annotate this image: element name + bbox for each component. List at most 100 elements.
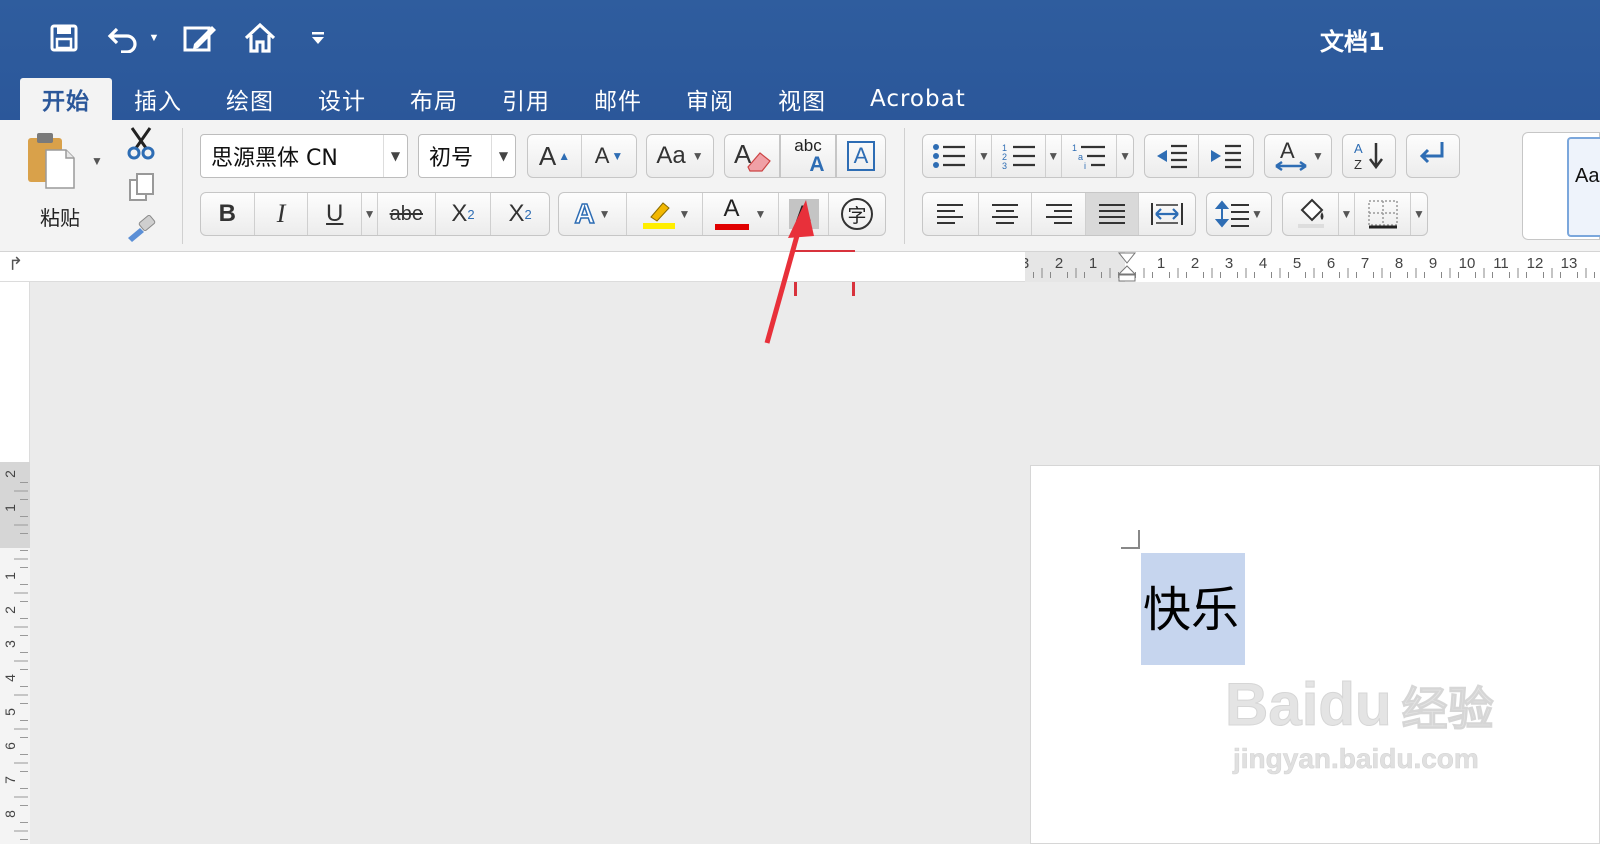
- edit-icon[interactable]: [180, 18, 220, 58]
- font-size-select[interactable]: 初号 ▼: [418, 134, 516, 178]
- sort-button[interactable]: AZ: [1342, 134, 1396, 178]
- paste-dropdown-icon[interactable]: ▼: [91, 154, 103, 168]
- selected-text[interactable]: 快乐: [1143, 570, 1239, 640]
- tab-home[interactable]: 开始: [20, 78, 112, 120]
- font-size-value: 初号: [429, 146, 474, 171]
- font-family-value: 思源黑体 CN: [211, 146, 338, 171]
- copy-icon[interactable]: [128, 172, 156, 207]
- ruler-ticks: 32112345678910111213: [1021, 252, 1600, 282]
- decrease-indent-button[interactable]: [1145, 135, 1200, 177]
- superscript-digit: 2: [524, 206, 532, 222]
- vertical-ruler-label: 7: [2, 776, 18, 784]
- paste-label[interactable]: 粘贴: [40, 202, 80, 231]
- italic-button[interactable]: I: [255, 193, 309, 235]
- undo-icon[interactable]: [104, 18, 144, 58]
- paragraph-shading-button[interactable]: [1283, 193, 1339, 235]
- svg-text:a: a: [1078, 152, 1083, 162]
- word-window: ▼ 文档1 开始 插入 绘图 设计 布局 引用 邮件 审阅 视图 Acrobat: [0, 0, 1600, 844]
- align-left-button[interactable]: [923, 193, 979, 235]
- svg-text:1: 1: [1072, 143, 1077, 153]
- annotation-arrow: [764, 200, 814, 344]
- vertical-ruler-label: 2: [2, 470, 18, 478]
- separator: [182, 128, 183, 244]
- text-direction-button[interactable]: A ▼: [1264, 134, 1332, 178]
- vertical-ruler[interactable]: 2 1 1 2 3 4 5 6 7 8: [0, 282, 30, 844]
- highlight-button[interactable]: ▼: [627, 193, 703, 235]
- align-center-button[interactable]: [979, 193, 1033, 235]
- styles-gallery[interactable]: Aa: [1522, 132, 1600, 240]
- tab-view[interactable]: 视图: [756, 78, 848, 120]
- increase-indent-button[interactable]: [1199, 135, 1253, 177]
- tab-draw[interactable]: 绘图: [204, 78, 296, 120]
- multilevel-list-icon: 1ai: [1072, 143, 1105, 171]
- style-normal[interactable]: Aa: [1567, 137, 1600, 237]
- horizontal-ruler[interactable]: 32112345678910111213: [1021, 252, 1600, 282]
- tab-references[interactable]: 引用: [480, 78, 572, 120]
- numbering-dropdown-icon[interactable]: ▼: [1046, 135, 1062, 177]
- bold-button[interactable]: B: [201, 193, 255, 235]
- text-direction-icon: A: [1275, 138, 1307, 172]
- save-icon[interactable]: [44, 18, 84, 58]
- ruler-label: 4: [1259, 255, 1267, 272]
- phonetic-guide-button[interactable]: abc A: [780, 134, 836, 178]
- cut-icon[interactable]: [126, 126, 156, 165]
- numbering-button[interactable]: 123: [992, 135, 1046, 177]
- style-preview-text: Aa: [1575, 165, 1600, 187]
- font-family-select[interactable]: 思源黑体 CN ▼: [200, 134, 408, 178]
- underline-button[interactable]: U: [308, 193, 363, 235]
- align-right-button[interactable]: [1032, 193, 1086, 235]
- document-page[interactable]: 快乐: [1030, 465, 1600, 844]
- tab-insert[interactable]: 插入: [112, 78, 204, 120]
- bullets-button[interactable]: [923, 135, 977, 177]
- underline-dropdown-icon[interactable]: ▼: [362, 193, 378, 235]
- line-spacing-icon: [1215, 200, 1250, 228]
- paste-icon[interactable]: [22, 130, 82, 190]
- shrink-font-button[interactable]: A ▼: [582, 135, 636, 177]
- borders-dropdown-icon[interactable]: ▼: [1411, 193, 1427, 235]
- strikethrough-button[interactable]: abe: [378, 193, 436, 235]
- show-marks-button[interactable]: [1406, 134, 1460, 178]
- enclose-characters-button[interactable]: 字: [829, 193, 885, 235]
- text-effects-button[interactable]: A ▼: [559, 193, 627, 235]
- format-painter-icon[interactable]: [124, 214, 158, 249]
- clear-formatting-button[interactable]: A: [724, 134, 780, 178]
- ruler-label: 1: [1157, 255, 1165, 272]
- character-border-button[interactable]: A: [836, 134, 886, 178]
- grow-font-button[interactable]: A ▲: [528, 135, 583, 177]
- subscript-button[interactable]: X2: [436, 193, 492, 235]
- justify-button[interactable]: [1085, 193, 1140, 235]
- distributed-icon: [1151, 203, 1184, 225]
- vertical-ruler-body: 2 1 1 2 3 4 5 6 7 8: [0, 462, 30, 844]
- multilevel-dropdown-icon[interactable]: ▼: [1117, 135, 1133, 177]
- line-spacing-button[interactable]: ▼: [1206, 192, 1272, 236]
- home-icon[interactable]: [240, 18, 280, 58]
- subscript-icon: X: [451, 200, 468, 227]
- tab-design[interactable]: 设计: [296, 78, 388, 120]
- borders-button[interactable]: [1355, 193, 1411, 235]
- bullets-dropdown-icon[interactable]: ▼: [976, 135, 993, 177]
- tab-review[interactable]: 审阅: [664, 78, 756, 120]
- chevron-down-icon: ▼: [598, 207, 611, 221]
- svg-text:A: A: [1354, 141, 1363, 156]
- align-right-icon: [1045, 204, 1072, 224]
- chevron-down-icon: ▼: [491, 135, 515, 177]
- undo-dropdown-icon[interactable]: ▼: [146, 18, 162, 58]
- tab-stop-icon[interactable]: ↱: [8, 254, 23, 275]
- tab-mailings[interactable]: 邮件: [572, 78, 664, 120]
- eraser-icon: A: [734, 139, 771, 172]
- shading-dropdown-icon[interactable]: ▼: [1339, 193, 1355, 235]
- customize-icon[interactable]: [306, 18, 330, 58]
- ruler-label: 3: [1225, 255, 1233, 272]
- ribbon-tabs: 开始 插入 绘图 设计 布局 引用 邮件 审阅 视图 Acrobat: [20, 78, 988, 120]
- chevron-down-icon: ▼: [678, 207, 691, 221]
- multilevel-list-button[interactable]: 1ai: [1062, 135, 1118, 177]
- text-effects-icon: A: [574, 197, 596, 230]
- tab-acrobat[interactable]: Acrobat: [848, 78, 988, 120]
- tab-layout[interactable]: 布局: [388, 78, 480, 120]
- superscript-button[interactable]: X2: [491, 193, 549, 235]
- vertical-ruler-label: 4: [2, 674, 18, 682]
- left-indent-marker: [1118, 274, 1136, 282]
- numbering-icon: 123: [1002, 143, 1035, 171]
- change-case-button[interactable]: Aa ▼: [646, 134, 714, 178]
- distributed-button[interactable]: [1139, 193, 1195, 235]
